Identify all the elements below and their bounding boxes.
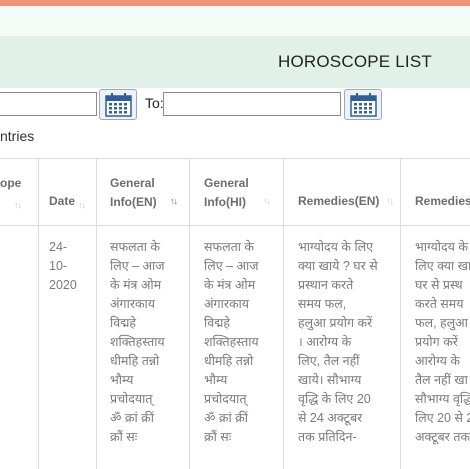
sort-icon[interactable]: ↑↓ — [78, 200, 86, 210]
sort-icon[interactable]: ↑↓ — [263, 196, 271, 206]
column-header-remedies-en[interactable]: Remedies(EN) — [298, 192, 379, 211]
cell-date: 24- 10- 2020 — [49, 240, 77, 292]
cell-remedies-hi: भाग्योदय के लिए क्या खा घर से प्रस्थ करत… — [415, 240, 470, 444]
sort-icon[interactable]: ↑↓ — [14, 200, 22, 210]
to-calendar-button[interactable] — [344, 89, 382, 120]
sort-icon[interactable]: ↑↓ — [386, 196, 394, 206]
cell-general-info-hi: सफलता के लिए – आज के मंत्र ओम अंगारकाय व… — [204, 240, 259, 444]
to-date-input[interactable] — [163, 92, 341, 116]
sub-header-strip — [0, 6, 470, 36]
page-title: HOROSCOPE LIST — [278, 52, 432, 71]
column-divider — [96, 158, 97, 469]
cell-remedies-en: भाग्योदय के लिए क्या खाये ? घर से प्रस्थ… — [298, 240, 378, 444]
sort-icon-active[interactable]: ↑↓ — [170, 196, 178, 206]
calendar-icon — [105, 93, 132, 117]
from-calendar-button[interactable] — [99, 89, 137, 120]
calendar-icon — [350, 93, 377, 117]
from-date-input[interactable] — [0, 92, 97, 116]
entries-info-text: ntries — [0, 128, 35, 144]
column-header-remedies-hi[interactable]: Remedies — [415, 192, 470, 211]
column-divider — [283, 158, 284, 469]
column-header-info-en[interactable]: General Info(EN) — [110, 174, 157, 212]
column-divider — [400, 158, 401, 469]
column-divider — [189, 158, 190, 469]
cell-general-info-en: सफलता के लिए – आज के मंत्र ओम अंगारकाय व… — [110, 240, 165, 444]
column-header-info-hi[interactable]: General Info(HI) — [204, 174, 249, 212]
column-divider — [38, 158, 39, 469]
to-date-label: To: — [145, 95, 164, 111]
column-header-date[interactable]: Date — [49, 192, 75, 211]
column-header-horoscope[interactable]: ope — [0, 174, 21, 193]
